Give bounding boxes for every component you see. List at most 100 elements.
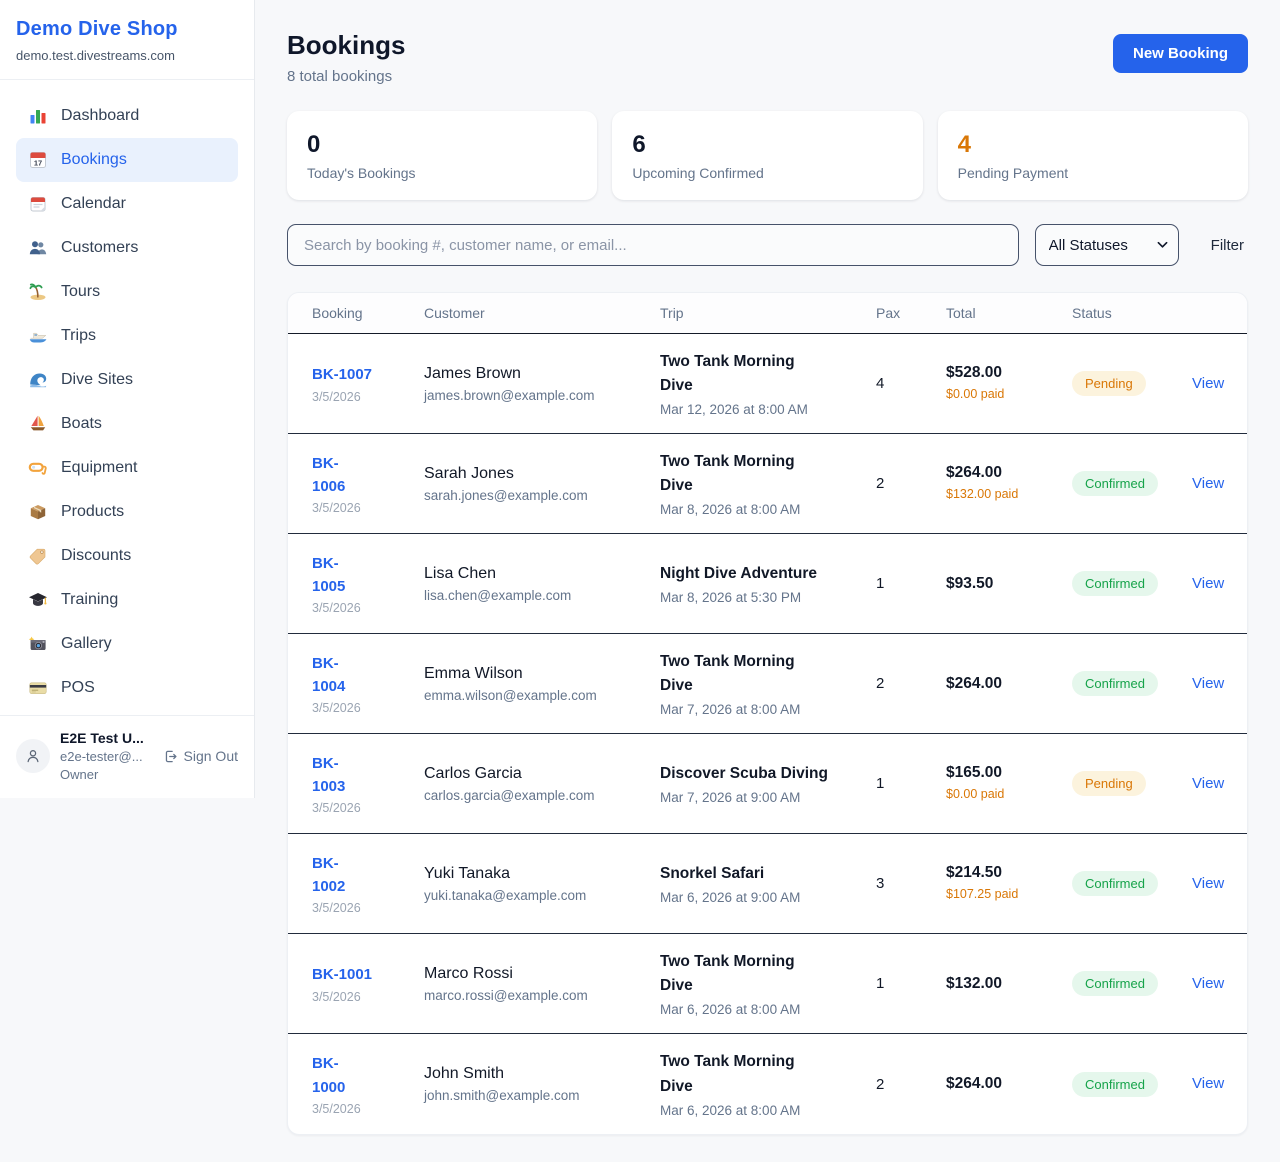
user-email: e2e-tester@... (60, 749, 153, 764)
booking-id-link[interactable]: BK- 1003 (312, 752, 345, 799)
sidebar-item-dive-sites[interactable]: Dive Sites (16, 358, 238, 402)
view-cell: View (1192, 675, 1224, 693)
view-link[interactable]: View (1192, 975, 1224, 992)
customer-cell: Carlos Garciacarlos.garcia@example.com (424, 765, 660, 803)
speedboat-icon (28, 326, 48, 346)
view-link[interactable]: View (1192, 775, 1224, 792)
booking-id-link[interactable]: BK- 1000 (312, 1052, 345, 1099)
customer-email: emma.wilson@example.com (424, 688, 660, 703)
sidebar-item-customers[interactable]: Customers (16, 226, 238, 270)
view-link[interactable]: View (1192, 875, 1224, 892)
calendar-date-icon: 17 (28, 150, 48, 170)
trip-name: Snorkel Safari (660, 862, 828, 886)
column-header-pax: Pax (876, 305, 946, 321)
stats-row: 0 Today's Bookings 6 Upcoming Confirmed … (287, 111, 1248, 200)
stat-label: Today's Bookings (307, 165, 577, 181)
sidebar-item-dashboard[interactable]: Dashboard (16, 94, 238, 138)
pax-value: 1 (876, 575, 946, 592)
sidebar-item-boats[interactable]: Boats (16, 402, 238, 446)
brand-title: Demo Dive Shop (16, 18, 238, 41)
sidebar-nav: Dashboard 17 Bookings Calendar Customers… (0, 80, 254, 715)
customer-cell: Yuki Tanakayuki.tanaka@example.com (424, 865, 660, 903)
trip-cell: Snorkel Safari Mar 6, 2026 at 9:00 AM (660, 862, 876, 905)
booking-id-link[interactable]: BK-1001 (312, 963, 372, 986)
total-cell: $264.00 (946, 675, 1072, 693)
booking-id-link[interactable]: BK-1007 (312, 363, 372, 386)
trip-datetime: Mar 6, 2026 at 8:00 AM (660, 1002, 876, 1017)
stat-value: 4 (958, 130, 1228, 160)
booking-id-link[interactable]: BK- 1004 (312, 652, 345, 699)
pax-value: 2 (876, 675, 946, 692)
view-cell: View (1192, 975, 1224, 993)
view-link[interactable]: View (1192, 575, 1224, 592)
trip-name: Discover Scuba Diving (660, 762, 828, 786)
column-header-total: Total (946, 305, 1072, 321)
new-booking-button[interactable]: New Booking (1113, 34, 1248, 73)
sign-out-button[interactable]: Sign Out (163, 748, 238, 764)
view-cell: View (1192, 775, 1224, 793)
table-row: BK- 10053/5/2026Lisa Chenlisa.chen@examp… (288, 534, 1247, 634)
status-cell: Confirmed (1072, 1072, 1192, 1097)
view-link[interactable]: View (1192, 1075, 1224, 1092)
trip-datetime: Mar 8, 2026 at 8:00 AM (660, 502, 876, 517)
paid-amount: $107.25 paid (946, 886, 1026, 904)
wave-icon (28, 370, 48, 390)
table-row: BK- 10063/5/2026Sarah Jonessarah.jones@e… (288, 434, 1247, 534)
paid-amount: $0.00 paid (946, 386, 1026, 404)
brand-block: Demo Dive Shop demo.test.divestreams.com (0, 0, 254, 80)
customer-email: yuki.tanaka@example.com (424, 888, 660, 903)
booking-id-link[interactable]: BK- 1002 (312, 852, 345, 899)
view-cell: View (1192, 575, 1224, 593)
booking-cell: BK- 1003 3/5/2026 (312, 752, 424, 816)
user-footer: E2E Test U... e2e-tester@... Owner Sign … (0, 715, 254, 798)
sidebar-item-discounts[interactable]: Discounts (16, 534, 238, 578)
pax-value: 2 (876, 475, 946, 492)
sidebar-item-training[interactable]: Training (16, 578, 238, 622)
sidebar-item-pos[interactable]: POS (16, 666, 238, 710)
page-header: Bookings 8 total bookings New Booking (287, 30, 1248, 85)
customer-name: Marco Rossi (424, 965, 660, 983)
paid-amount: $132.00 paid (946, 486, 1026, 504)
trip-datetime: Mar 7, 2026 at 9:00 AM (660, 790, 876, 805)
trip-datetime: Mar 6, 2026 at 9:00 AM (660, 890, 876, 905)
bar-chart-icon (28, 106, 48, 126)
trip-datetime: Mar 7, 2026 at 8:00 AM (660, 702, 876, 717)
booking-cell: BK-10073/5/2026 (312, 363, 424, 403)
table-row: BK- 1002 3/5/2026Yuki Tanakayuki.tanaka@e… (288, 834, 1247, 934)
island-icon (28, 282, 48, 302)
status-filter-select[interactable]: All Statuses (1035, 224, 1179, 266)
booking-id-link[interactable]: BK- 1006 (312, 452, 345, 499)
package-icon (28, 502, 48, 522)
stat-card-pending-payment: 4 Pending Payment (938, 111, 1248, 200)
pax-value: 3 (876, 875, 946, 892)
sidebar-item-gallery[interactable]: Gallery (16, 622, 238, 666)
view-link[interactable]: View (1192, 375, 1224, 392)
table-body: BK-10073/5/2026James Brownjames.brown@ex… (288, 334, 1247, 1134)
total-cell: $165.00$0.00 paid (946, 764, 1072, 804)
sidebar-item-tours[interactable]: Tours (16, 270, 238, 314)
view-link[interactable]: View (1192, 675, 1224, 692)
total-amount: $132.00 (946, 975, 1072, 993)
search-input[interactable] (287, 224, 1019, 266)
svg-text:17: 17 (34, 159, 42, 168)
booking-id-link[interactable]: BK- 1005 (312, 552, 345, 599)
sidebar-item-equipment[interactable]: Equipment (16, 446, 238, 490)
people-icon (28, 238, 48, 258)
total-cell: $93.50 (946, 575, 1072, 593)
booking-date: 3/5/2026 (312, 701, 424, 715)
booking-date: 3/5/2026 (312, 901, 424, 915)
status-badge: Confirmed (1072, 971, 1158, 996)
sidebar-item-calendar[interactable]: Calendar (16, 182, 238, 226)
trip-datetime: Mar 8, 2026 at 5:30 PM (660, 590, 876, 605)
trip-name: Two Tank Morning Dive (660, 1050, 828, 1098)
status-cell: Confirmed (1072, 471, 1192, 496)
sidebar-item-trips[interactable]: Trips (16, 314, 238, 358)
booking-date: 3/5/2026 (312, 801, 424, 815)
view-cell: View (1192, 475, 1224, 493)
sidebar-item-products[interactable]: Products (16, 490, 238, 534)
view-link[interactable]: View (1192, 475, 1224, 492)
view-cell: View (1192, 1075, 1224, 1093)
sidebar-item-bookings[interactable]: 17 Bookings (16, 138, 238, 182)
filter-button[interactable]: Filter (1211, 237, 1244, 254)
page-subtitle: 8 total bookings (287, 68, 405, 85)
